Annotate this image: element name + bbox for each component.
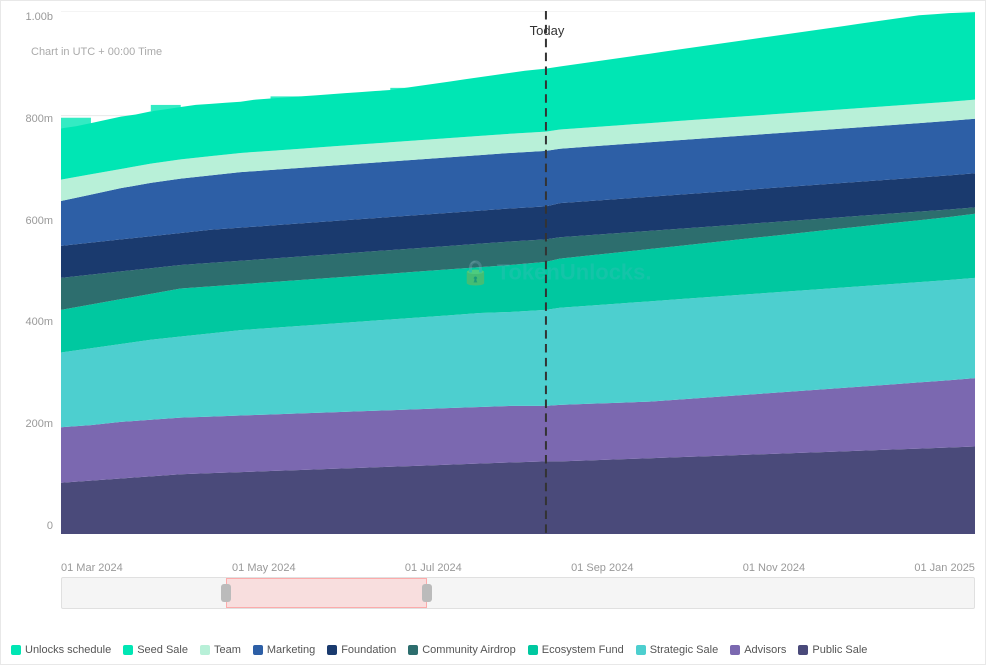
y-label-1b: 1.00b <box>1 11 59 23</box>
y-label-400m: 400m <box>1 316 59 328</box>
legend-label-foundation: Foundation <box>341 644 396 656</box>
scrollbar[interactable] <box>61 577 975 609</box>
legend-item-strategic-sale: Strategic Sale <box>636 644 718 656</box>
legend-label-marketing: Marketing <box>267 644 315 656</box>
legend-dot-team <box>200 645 210 655</box>
scrollbar-highlight <box>226 578 427 608</box>
legend-dot-ecosystem-fund <box>528 645 538 655</box>
y-label-0: 0 <box>1 520 59 532</box>
y-axis: 0 200m 400m 600m 800m 1.00b <box>1 11 59 534</box>
y-label-800m: 800m <box>1 113 59 125</box>
x-label-jan2025: 01 Jan 2025 <box>914 562 975 574</box>
legend-dot-community-airdrop <box>408 645 418 655</box>
legend-dot-marketing <box>253 645 263 655</box>
legend-item-marketing: Marketing <box>253 644 315 656</box>
chart-svg <box>61 11 975 534</box>
legend-label-ecosystem-fund: Ecosystem Fund <box>542 644 624 656</box>
y-label-200m: 200m <box>1 418 59 430</box>
y-label-600m: 600m <box>1 215 59 227</box>
legend-item-public-sale: Public Sale <box>798 644 867 656</box>
legend-item-team: Team <box>200 644 241 656</box>
scrollbar-handle-right[interactable] <box>422 584 432 602</box>
legend-dot-advisors <box>730 645 740 655</box>
legend-label-team: Team <box>214 644 241 656</box>
legend-dot-foundation <box>327 645 337 655</box>
legend-label-unlocks-schedule: Unlocks schedule <box>25 644 111 656</box>
legend-item-advisors: Advisors <box>730 644 786 656</box>
chart-container: 0 200m 400m 600m 800m 1.00b Chart in UTC… <box>0 0 986 665</box>
legend-label-advisors: Advisors <box>744 644 786 656</box>
legend-label-public-sale: Public Sale <box>812 644 867 656</box>
legend: Unlocks schedule Seed Sale Team Marketin… <box>1 644 985 656</box>
legend-item-unlocks-schedule: Unlocks schedule <box>11 644 111 656</box>
legend-label-community-airdrop: Community Airdrop <box>422 644 516 656</box>
x-label-may2024: 01 May 2024 <box>232 562 296 574</box>
legend-dot-seed-sale <box>123 645 133 655</box>
legend-dot-public-sale <box>798 645 808 655</box>
legend-item-ecosystem-fund: Ecosystem Fund <box>528 644 624 656</box>
chart-area: Today 🔒 TokenUnlocks. <box>61 11 975 534</box>
x-label-jul2024: 01 Jul 2024 <box>405 562 462 574</box>
legend-dot-strategic-sale <box>636 645 646 655</box>
x-label-sep2024: 01 Sep 2024 <box>571 562 633 574</box>
legend-label-strategic-sale: Strategic Sale <box>650 644 718 656</box>
x-axis: 01 Mar 2024 01 May 2024 01 Jul 2024 01 S… <box>61 562 975 574</box>
scrollbar-handle-left[interactable] <box>221 584 231 602</box>
legend-item-foundation: Foundation <box>327 644 396 656</box>
legend-item-community-airdrop: Community Airdrop <box>408 644 516 656</box>
x-label-nov2024: 01 Nov 2024 <box>743 562 805 574</box>
legend-item-seed-sale: Seed Sale <box>123 644 188 656</box>
legend-dot-unlocks-schedule <box>11 645 21 655</box>
x-label-mar2024: 01 Mar 2024 <box>61 562 123 574</box>
legend-label-seed-sale: Seed Sale <box>137 644 188 656</box>
